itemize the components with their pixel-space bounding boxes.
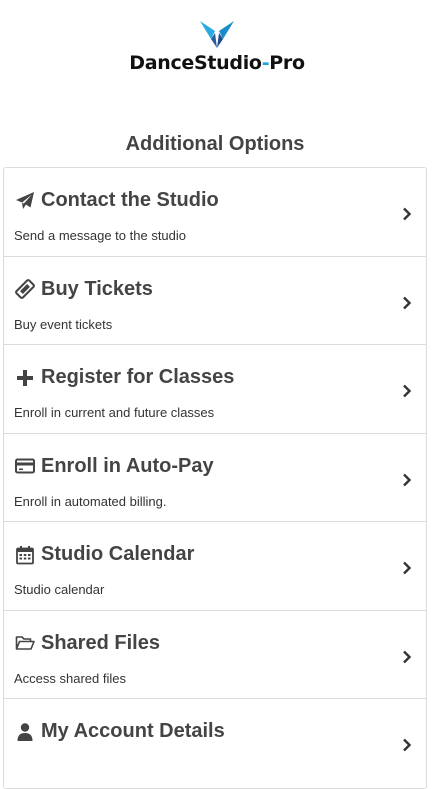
menu-item-title: Shared Files [41, 631, 160, 654]
page-title: Additional Options [125, 133, 305, 155]
folder-open-icon [14, 633, 36, 653]
chevron-right-icon [403, 650, 412, 663]
logo-wordmark: DanceStudio-Pro [129, 52, 305, 74]
ticket-icon [14, 279, 36, 299]
menu-item-title: Enroll in Auto-Pay [41, 454, 214, 477]
menu-item-buy-tickets[interactable]: Buy Tickets Buy event tickets [4, 257, 426, 345]
menu-item-title: My Account Details [41, 720, 225, 742]
menu-item-contact-studio[interactable]: Contact the Studio Send a message to the… [4, 168, 426, 257]
options-list: Contact the Studio Send a message to the… [3, 167, 427, 789]
menu-item-description: Studio calendar [14, 582, 105, 597]
calendar-icon [14, 545, 36, 565]
menu-item-account-details[interactable]: My Account Details [4, 699, 426, 788]
studio-logo: DanceStudio-Pro [0, 20, 434, 74]
menu-item-register-classes[interactable]: Register for Classes Enroll in current a… [4, 345, 426, 434]
chevron-right-icon [403, 296, 412, 309]
credit-card-icon [14, 456, 36, 476]
menu-item-title: Studio Calendar [41, 543, 195, 565]
menu-item-studio-calendar[interactable]: Studio Calendar Studio calendar [4, 522, 426, 611]
chevron-right-icon [403, 207, 412, 221]
menu-item-description: Access shared files [14, 670, 126, 686]
user-icon [14, 722, 36, 742]
menu-item-description: Enroll in automated billing. [14, 493, 167, 509]
chevron-right-icon [403, 473, 412, 486]
menu-item-description: Buy event tickets [14, 316, 113, 332]
plus-icon [14, 368, 36, 388]
menu-item-auto-pay[interactable]: Enroll in Auto-Pay Enroll in automated b… [4, 434, 426, 522]
menu-item-description: Send a message to the studio [14, 228, 187, 243]
menu-item-title: Buy Tickets [41, 277, 153, 300]
menu-item-title: Register for Classes [41, 366, 235, 388]
butterfly-logo-icon [200, 21, 234, 48]
chevron-right-icon [403, 384, 412, 398]
chevron-right-icon [403, 738, 412, 752]
paper-plane-icon [14, 191, 36, 211]
menu-item-title: Contact the Studio [41, 189, 219, 211]
menu-item-shared-files[interactable]: Shared Files Access shared files [4, 611, 426, 699]
menu-item-description: Enroll in current and future classes [14, 405, 215, 420]
chevron-right-icon [403, 561, 412, 575]
